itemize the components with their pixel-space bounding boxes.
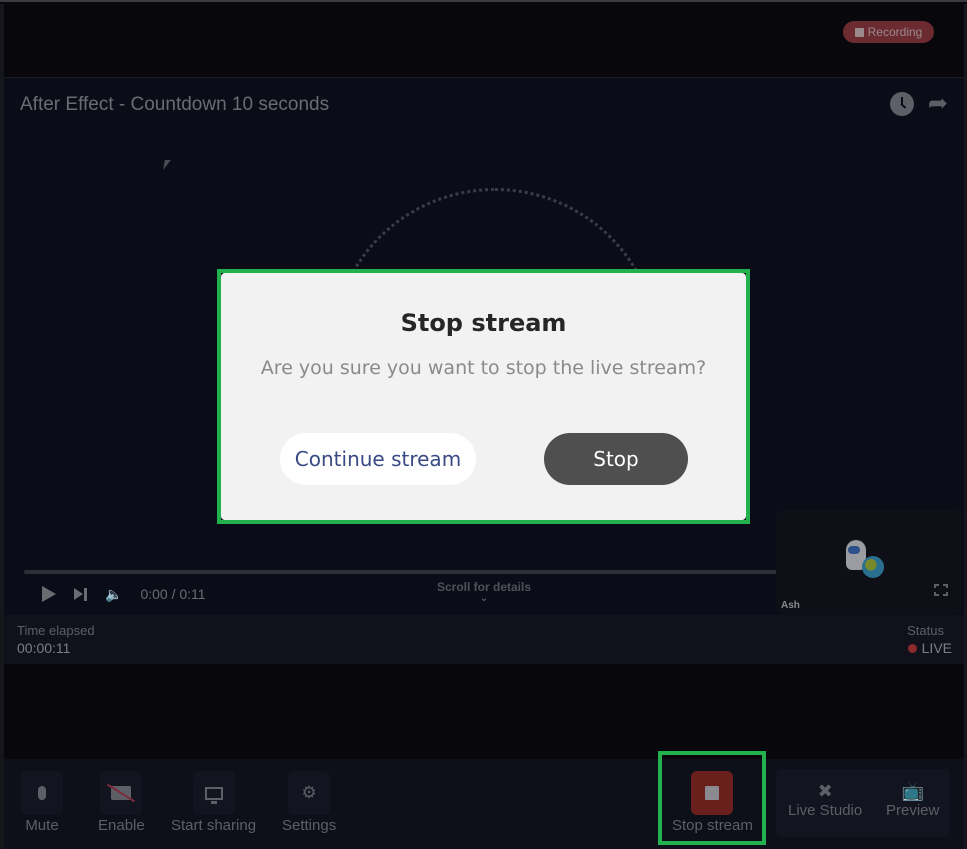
bottom-toolbar: Mute Enable Start sharing ⚙ Settings Sto… [4,759,964,849]
preview-label: Preview [886,802,940,819]
stop-stream-dialog: Stop stream Are you sure you want to sto… [221,273,746,520]
stop-stream-highlight [658,751,766,845]
scroll-hint[interactable]: Scroll for details ⌄ [414,580,554,604]
time-elapsed-label: Time elapsed [17,623,95,638]
live-studio-label: Live Studio [788,802,863,819]
app-window: Recording After Effect - Countdown 10 se… [0,0,967,849]
save-icon [854,27,864,37]
mouse-cursor-icon [163,160,171,170]
settings-button[interactable]: ⚙ Settings [282,771,336,834]
preview-button[interactable]: 📺 Preview [886,781,939,819]
pip-name: Ash [781,600,800,611]
chevron-down-icon: ⌄ [479,593,489,604]
scroll-hint-label: Scroll for details [436,580,532,594]
next-icon[interactable] [74,587,87,601]
status-bar: Time elapsed 00:00:11 Status LIVE [4,615,964,664]
share-icon[interactable]: ➦ [928,92,948,116]
stop-button[interactable]: Stop [544,433,688,485]
recording-label: Recording [867,25,923,39]
title-icons: ➦ [889,92,948,116]
live-dot-icon [907,643,917,653]
mute-button[interactable]: Mute [21,771,63,834]
pip-preview[interactable]: Ash [776,510,962,614]
mute-label: Mute [25,817,59,834]
video-title: After Effect - Countdown 10 seconds [20,94,330,115]
enable-label: Enable [98,817,145,834]
monitor-icon [204,786,223,804]
status-value: LIVE [907,640,952,656]
user-settings-icon: ⚙ [301,783,317,802]
volume-icon[interactable]: 🔈 [105,586,122,603]
microphone-icon [38,786,46,800]
clock-icon[interactable] [889,92,914,116]
dialog-title: Stop stream [400,309,567,337]
play-icon[interactable] [42,586,56,602]
recording-badge: Recording [843,21,934,43]
camera-off-icon [111,786,132,800]
settings-label: Settings [282,817,337,834]
tv-icon: 📺 [901,781,924,801]
dialog-message: Are you sure you want to stop the live s… [260,357,707,379]
start-sharing-button[interactable]: Start sharing [171,771,256,834]
status-text: LIVE [921,640,952,656]
progress-bar[interactable] [24,570,784,574]
content-area [4,664,964,759]
live-studio-icon: ✖ [817,781,833,801]
live-studio-button[interactable]: ✖ Live Studio [788,781,862,819]
enable-camera-button[interactable]: Enable [98,771,145,834]
fullscreen-icon[interactable] [933,583,949,597]
continue-stream-button[interactable]: Continue stream [280,433,476,485]
status-label: Status [907,623,944,638]
time-display: 0:00 / 0:11 [140,586,206,602]
time-elapsed-value: 00:00:11 [17,640,71,656]
start-sharing-label: Start sharing [171,817,257,834]
player-controls: 🔈 0:00 / 0:11 [24,582,206,606]
astronaut-avatar-icon [846,540,888,582]
